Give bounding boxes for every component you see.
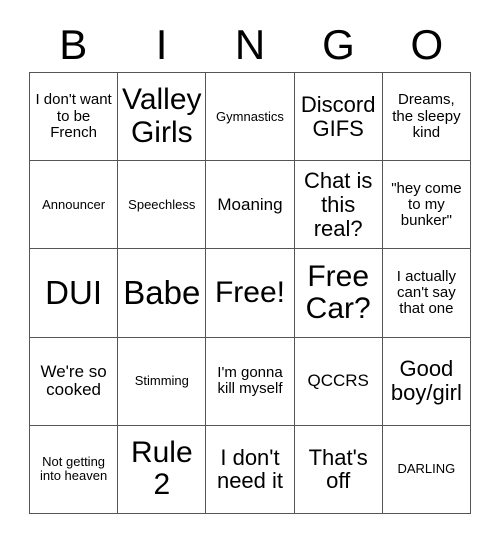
bingo-cell-r4-c1[interactable]: We're so cooked (30, 337, 119, 426)
bingo-cell-r5-c3[interactable]: I don't need it (206, 425, 295, 514)
bingo-cell-r1-c5[interactable]: Dreams, the sleepy kind (382, 73, 471, 162)
bingo-cell-r4-c5[interactable]: Good boy/girl (382, 337, 471, 426)
bingo-cell-label: I actually can't say that one (396, 267, 456, 318)
bingo-cell-label: Chat is this real? (303, 168, 373, 241)
bingo-cell-r2-c2[interactable]: Speechless (118, 161, 207, 250)
bingo-cell-label: Valley Girls (122, 83, 202, 149)
bingo-header-letter-g: G (322, 21, 355, 68)
bingo-header-letter-i: I (155, 21, 168, 68)
bingo-cell-r2-c1[interactable]: Announcer (30, 161, 119, 250)
bingo-cell-label: Moaning (217, 194, 283, 214)
bingo-cell-r2-c4[interactable]: Chat is this real? (294, 161, 383, 250)
bingo-header-letter-o: O (410, 21, 444, 68)
bingo-cell-label: Dreams, the sleepy kind (392, 91, 461, 141)
bingo-card: B I N G O I don't want to be French Valley Gi… (0, 0, 500, 544)
bingo-cell-label: Babe (123, 274, 201, 312)
bingo-cell-label: DUI (45, 274, 103, 312)
bingo-cell-r1-c3[interactable]: Gymnastics (206, 73, 295, 162)
bingo-cell-r5-c5[interactable]: DARLING (382, 425, 471, 514)
bingo-cell-label: Free Car? (305, 259, 371, 325)
bingo-cell-label: Free! (214, 275, 285, 309)
bingo-cell-r1-c4[interactable]: Discord GIFS (294, 73, 383, 162)
bingo-cell-r1-c2[interactable]: Valley Girls (118, 73, 207, 162)
bingo-free-space-cell[interactable]: Free! (206, 249, 295, 338)
bingo-cell-r3-c5[interactable]: I actually can't say that one (382, 249, 471, 338)
bingo-cell-label: I'm gonna kill myself (217, 364, 283, 398)
bingo-cell-label: Gymnastics (216, 108, 284, 124)
bingo-cell-r4-c2[interactable]: Stimming (118, 337, 207, 426)
bingo-cell-r4-c4[interactable]: QCCRS (294, 337, 383, 426)
bingo-cell-r5-c2[interactable]: Rule 2 (118, 425, 207, 514)
bingo-cell-r5-c4[interactable]: That's off (294, 425, 383, 514)
bingo-cell-r3-c2[interactable]: Babe (118, 249, 207, 338)
bingo-cell-label: I don't need it (216, 444, 284, 494)
bingo-cell-r5-c1[interactable]: Not getting into heaven (30, 425, 119, 514)
bingo-cell-label: I don't want to be French (35, 91, 112, 141)
bingo-cell-r3-c1[interactable]: DUI (30, 249, 119, 338)
bingo-header: BINGO (29, 18, 471, 72)
bingo-cell-label: Discord GIFS (300, 91, 376, 141)
bingo-header-letter-b: B (59, 21, 88, 68)
bingo-cell-label: "hey come to my bunker" (391, 179, 462, 229)
bingo-cell-label: We're so cooked (40, 361, 107, 400)
bingo-grid: I don't want to be French Valley Girls Gym… (29, 72, 471, 514)
bingo-cell-label: Rule 2 (130, 436, 193, 502)
bingo-cell-r2-c3[interactable]: Moaning (206, 161, 295, 250)
bingo-cell-r2-c5[interactable]: "hey come to my bunker" (382, 161, 471, 250)
bingo-cell-label: Good boy/girl (390, 356, 462, 406)
bingo-cell-label: Announcer (42, 196, 106, 212)
bingo-cell-r3-c4[interactable]: Free Car? (294, 249, 383, 338)
bingo-cell-r4-c3[interactable]: I'm gonna kill myself (206, 337, 295, 426)
bingo-cell-label: That's off (308, 444, 368, 494)
bingo-header-letter-n: N (234, 21, 266, 68)
bingo-cell-label: Speechless (128, 196, 196, 212)
bingo-cell-label: QCCRS (307, 371, 369, 391)
bingo-cell-label: Stimming (134, 373, 189, 389)
bingo-cell-r1-c1[interactable]: I don't want to be French (30, 73, 119, 162)
bingo-cell-label: DARLING (397, 461, 456, 477)
bingo-cell-label: Not getting into heaven (39, 454, 108, 484)
